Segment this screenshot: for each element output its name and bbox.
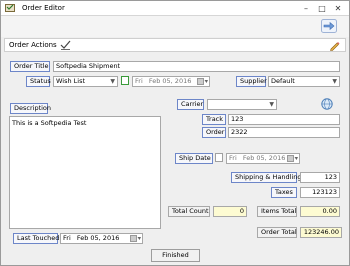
ship-date-day: Fri xyxy=(229,154,237,162)
calendar-icon[interactable] xyxy=(197,78,208,85)
last-touched-day: Fri xyxy=(63,234,71,242)
carrier-select[interactable]: ▼ xyxy=(207,99,277,110)
description-label[interactable]: Description xyxy=(10,103,51,114)
status-value: Wish List xyxy=(56,77,86,85)
status-date-day: Fri xyxy=(135,77,143,85)
last-touched-picker[interactable]: Fri Feb 05, 2016 xyxy=(60,233,143,244)
status-label[interactable]: Status xyxy=(26,76,51,87)
ship-date-checkbox[interactable] xyxy=(215,153,223,162)
pencil-icon[interactable] xyxy=(329,40,340,51)
title-bar: Order Editor – □ ✕ xyxy=(1,1,349,16)
supplier-select[interactable]: Default ▼ xyxy=(268,76,340,87)
order-actions-label: Order Actions xyxy=(9,41,57,49)
description-textarea[interactable]: This is a Softpedia Test xyxy=(9,116,161,229)
supplier-label[interactable]: Supplier xyxy=(236,76,267,87)
chevron-down-icon: ▼ xyxy=(269,101,274,108)
status-select[interactable]: Wish List ▼ xyxy=(53,76,118,87)
ship-date-value: Feb 05, 2016 xyxy=(242,154,286,162)
taxes-label[interactable]: Taxes xyxy=(271,187,297,198)
status-checkbox[interactable] xyxy=(121,76,129,85)
supplier-value: Default xyxy=(271,77,295,85)
chevron-down-icon: ▼ xyxy=(332,78,337,85)
order-title-input[interactable]: Softpedia Shipment xyxy=(53,61,340,72)
ship-date-picker[interactable]: Fri Feb 05, 2016 xyxy=(226,153,300,164)
globe-icon[interactable] xyxy=(321,98,333,110)
maximize-button[interactable]: □ xyxy=(315,3,329,14)
total-count-label: Total Count xyxy=(168,206,210,217)
finished-button[interactable]: Finished xyxy=(151,249,200,262)
carrier-label[interactable]: Carrier xyxy=(177,99,204,110)
order-title-label[interactable]: Order Title xyxy=(10,61,50,72)
window-title: Order Editor xyxy=(22,4,65,12)
last-touched-value: Feb 05, 2016 xyxy=(76,234,120,242)
track-label[interactable]: Track xyxy=(202,114,226,125)
check-list-icon[interactable] xyxy=(60,40,71,50)
order-editor-window: Order Editor – □ ✕ Order Actions Order T… xyxy=(0,0,350,266)
shipping-handling-input[interactable]: 123 xyxy=(300,172,340,183)
order-editor-icon xyxy=(5,4,15,12)
toolbar xyxy=(1,16,349,37)
calendar-icon[interactable] xyxy=(130,235,141,242)
items-total-label: Items Total xyxy=(257,206,297,217)
order-number-input[interactable]: 2322 xyxy=(228,127,340,138)
chevron-down-icon: ▼ xyxy=(110,78,115,85)
items-total-value: 0.00 xyxy=(300,206,340,217)
order-label[interactable]: Order xyxy=(202,127,226,138)
status-date-picker[interactable]: Fri Feb 05, 2016 xyxy=(132,76,210,87)
order-actions-bar[interactable]: Order Actions xyxy=(4,38,346,52)
order-total-value: 123246.00 xyxy=(300,227,342,238)
minimize-button[interactable]: – xyxy=(299,3,313,14)
calendar-icon[interactable] xyxy=(287,155,298,162)
last-touched-label[interactable]: Last Touched xyxy=(13,233,59,244)
order-total-label: Order Total xyxy=(257,227,297,238)
close-button[interactable]: ✕ xyxy=(331,3,345,14)
total-count-value: 0 xyxy=(213,206,247,217)
taxes-input[interactable]: 123123 xyxy=(300,187,340,198)
shipping-handling-label[interactable]: Shipping & Handling xyxy=(231,172,302,183)
ship-date-label[interactable]: Ship Date xyxy=(175,153,213,164)
status-date-value: Feb 05, 2016 xyxy=(148,77,192,85)
track-input[interactable]: 123 xyxy=(228,114,340,125)
forward-arrow-icon[interactable] xyxy=(321,19,337,33)
